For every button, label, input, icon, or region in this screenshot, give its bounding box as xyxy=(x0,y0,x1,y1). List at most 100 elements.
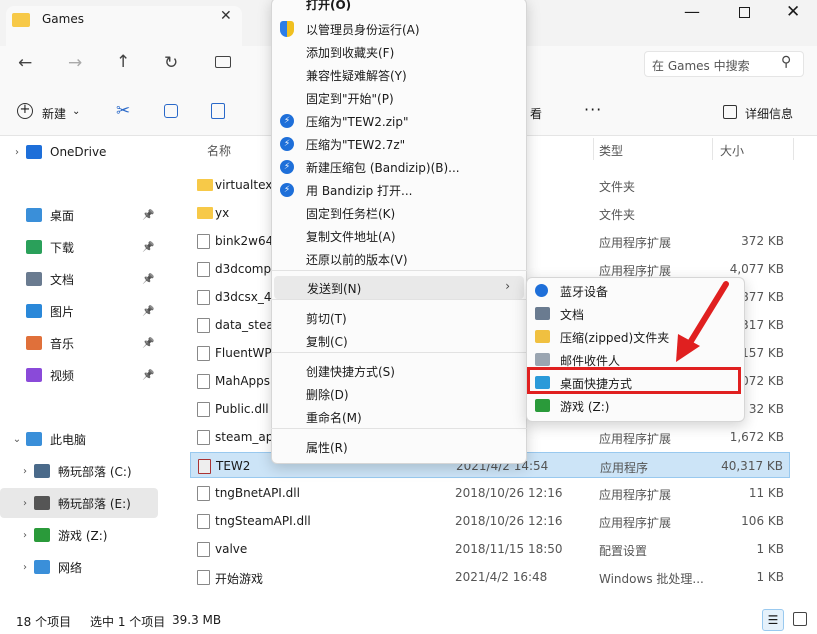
new-button[interactable]: 新建 xyxy=(42,105,66,122)
context-menu-item[interactable]: 打开(O) xyxy=(271,0,527,15)
file-row[interactable]: tngSteamAPI.dll 2018/10/26 12:16 应用程序扩展 106… xyxy=(190,508,790,534)
close-window-icon[interactable]: ✕ xyxy=(786,2,800,22)
file-type: 应用程序扩展 xyxy=(599,236,672,250)
file-row[interactable]: valve 2018/11/15 18:50 配置设置 1 KB xyxy=(190,536,790,562)
context-menu-label: 打开(O) xyxy=(306,0,352,12)
details-pane-icon[interactable] xyxy=(723,105,737,119)
sidebar-item[interactable]: 下载 📌 xyxy=(0,232,158,262)
context-menu-item[interactable]: ⚡ 压缩为"TEW2.7z" xyxy=(271,132,527,155)
refresh-icon[interactable]: ↻ xyxy=(164,53,178,73)
file-icon xyxy=(197,514,210,529)
file-row[interactable]: 开始游戏 2021/4/2 16:48 Windows 批处理... 1 KB xyxy=(190,564,790,590)
sidebar-item[interactable]: › 网络 xyxy=(0,552,158,582)
chevron-down-icon[interactable]: ⌄ xyxy=(72,106,80,117)
context-menu-item[interactable]: 剪切(T) xyxy=(271,306,527,329)
forward-arrow-icon[interactable]: → xyxy=(68,53,82,73)
expand-chevron-icon[interactable]: › xyxy=(16,466,34,477)
file-date: 2018/10/26 12:16 xyxy=(455,486,563,500)
file-size: 4,077 KB xyxy=(729,262,784,276)
arrow-shaft xyxy=(685,281,729,349)
context-menu-item[interactable]: 兼容性疑难解答(Y) xyxy=(271,63,527,86)
sidebar-item[interactable]: 音乐 📌 xyxy=(0,328,158,358)
search-icon[interactable]: ⚲ xyxy=(781,54,791,70)
minimize-icon[interactable]: — xyxy=(684,2,700,21)
copy-icon[interactable] xyxy=(164,104,178,118)
column-type[interactable]: 类型 xyxy=(599,142,623,159)
sidebar-item[interactable]: › 畅玩部落 (E:) xyxy=(0,488,158,518)
expand-chevron-icon[interactable]: ⌄ xyxy=(8,434,26,445)
sidebar-item[interactable]: › 游戏 (Z:) xyxy=(0,520,158,550)
context-menu-item[interactable]: 复制(C) xyxy=(271,329,527,352)
bandizip-icon: ⚡ xyxy=(280,160,294,174)
context-menu-item[interactable]: 添加到收藏夹(F) xyxy=(271,40,527,63)
details-view-icon[interactable]: ☰ xyxy=(762,609,784,631)
selected-count: 选中 1 个项目 xyxy=(90,615,166,629)
context-menu-item[interactable]: 固定到任务栏(K) xyxy=(271,201,527,224)
close-tab-icon[interactable]: ✕ xyxy=(220,8,232,24)
context-menu-item[interactable]: 删除(D) xyxy=(271,382,527,405)
column-name[interactable]: 名称 xyxy=(207,142,231,159)
column-separator[interactable] xyxy=(593,138,594,160)
column-separator[interactable] xyxy=(712,138,713,160)
column-size[interactable]: 大小 xyxy=(720,142,744,159)
pin-icon: 📌 xyxy=(142,305,155,317)
sidebar-item[interactable]: 文档 📌 xyxy=(0,264,158,294)
maximize-icon[interactable] xyxy=(739,7,750,18)
file-name: TEW2 xyxy=(216,459,251,473)
sidebar-item-label: 畅玩部落 (E:) xyxy=(58,496,131,511)
view-button[interactable]: 看 xyxy=(530,105,542,122)
file-name: valve xyxy=(215,542,248,556)
shield-icon xyxy=(280,21,294,37)
context-menu-item[interactable]: 还原以前的版本(V) xyxy=(271,247,527,270)
file-name: data_stea xyxy=(215,318,274,332)
expand-chevron-icon[interactable]: › xyxy=(8,147,26,158)
column-separator[interactable] xyxy=(793,138,794,160)
tiles-view-icon[interactable] xyxy=(793,612,807,626)
up-arrow-icon[interactable]: ↑ xyxy=(116,52,130,72)
file-name: tngBnetAPI.dll xyxy=(215,486,300,500)
file-size: 40,317 KB xyxy=(721,459,783,473)
sidebar-item[interactable]: 桌面 📌 xyxy=(0,200,158,230)
expand-chevron-icon[interactable]: › xyxy=(16,562,34,573)
context-menu-item[interactable]: 复制文件地址(A) xyxy=(271,224,527,247)
computer-icon[interactable] xyxy=(215,56,231,68)
file-date: 2018/10/26 12:16 xyxy=(455,514,563,528)
cut-icon[interactable]: ✂ xyxy=(116,101,130,121)
file-date: 2018/11/15 18:50 xyxy=(455,542,563,556)
expand-chevron-icon[interactable]: › xyxy=(16,530,34,541)
file-name: virtualtext xyxy=(215,178,278,192)
context-menu-item[interactable]: 属性(R) xyxy=(271,435,527,458)
sidebar-item[interactable]: › 畅玩部落 (C:) xyxy=(0,456,158,486)
context-menu-item[interactable]: ⚡ 压缩为"TEW2.zip" xyxy=(271,109,527,132)
sidebar-item[interactable]: ⌄ 此电脑 xyxy=(0,424,158,454)
drive-green-icon xyxy=(535,399,550,412)
context-menu-item[interactable]: ⚡ 用 Bandizip 打开... xyxy=(271,178,527,201)
expand-chevron-icon[interactable]: › xyxy=(16,498,34,509)
sidebar-item[interactable]: 视频 📌 xyxy=(0,360,158,390)
send-to-item[interactable]: 游戏 (Z:) xyxy=(526,394,745,417)
pin-icon: 📌 xyxy=(142,337,155,349)
chevron-right-icon: › xyxy=(505,279,510,293)
context-menu-item[interactable]: 以管理员身份运行(A) xyxy=(271,17,527,40)
sidebar-item[interactable]: 图片 📌 xyxy=(0,296,158,326)
back-arrow-icon[interactable]: ← xyxy=(18,53,32,73)
context-menu-item[interactable]: 重命名(M) xyxy=(271,405,527,428)
context-menu-item[interactable]: 创建快捷方式(S) xyxy=(271,359,527,382)
context-menu-item[interactable]: 发送到(N) › xyxy=(274,276,524,299)
send-to-label: 文档 xyxy=(560,308,585,322)
file-size: 1,672 KB xyxy=(729,430,784,444)
paste-icon[interactable] xyxy=(211,103,225,119)
context-menu-item[interactable]: ⚡ 新建压缩包 (Bandizip)(B)... xyxy=(271,155,527,178)
context-menu-label: 压缩为"TEW2.7z" xyxy=(306,138,406,152)
bandizip-icon: ⚡ xyxy=(280,114,294,128)
file-type: 配置设置 xyxy=(599,544,648,558)
more-options-icon[interactable]: ··· xyxy=(584,100,602,119)
context-menu-item[interactable]: 固定到"开始"(P) xyxy=(271,86,527,109)
new-plus-icon[interactable]: + xyxy=(17,103,33,119)
file-type: Windows 批处理... xyxy=(599,572,704,586)
details-button[interactable]: 详细信息 xyxy=(745,105,793,122)
file-name: yx xyxy=(215,206,230,220)
file-row[interactable]: tngBnetAPI.dll 2018/10/26 12:16 应用程序扩展 11 K… xyxy=(190,480,790,506)
sidebar-item[interactable]: › OneDrive xyxy=(0,137,158,167)
windows-drive-icon xyxy=(34,464,50,478)
